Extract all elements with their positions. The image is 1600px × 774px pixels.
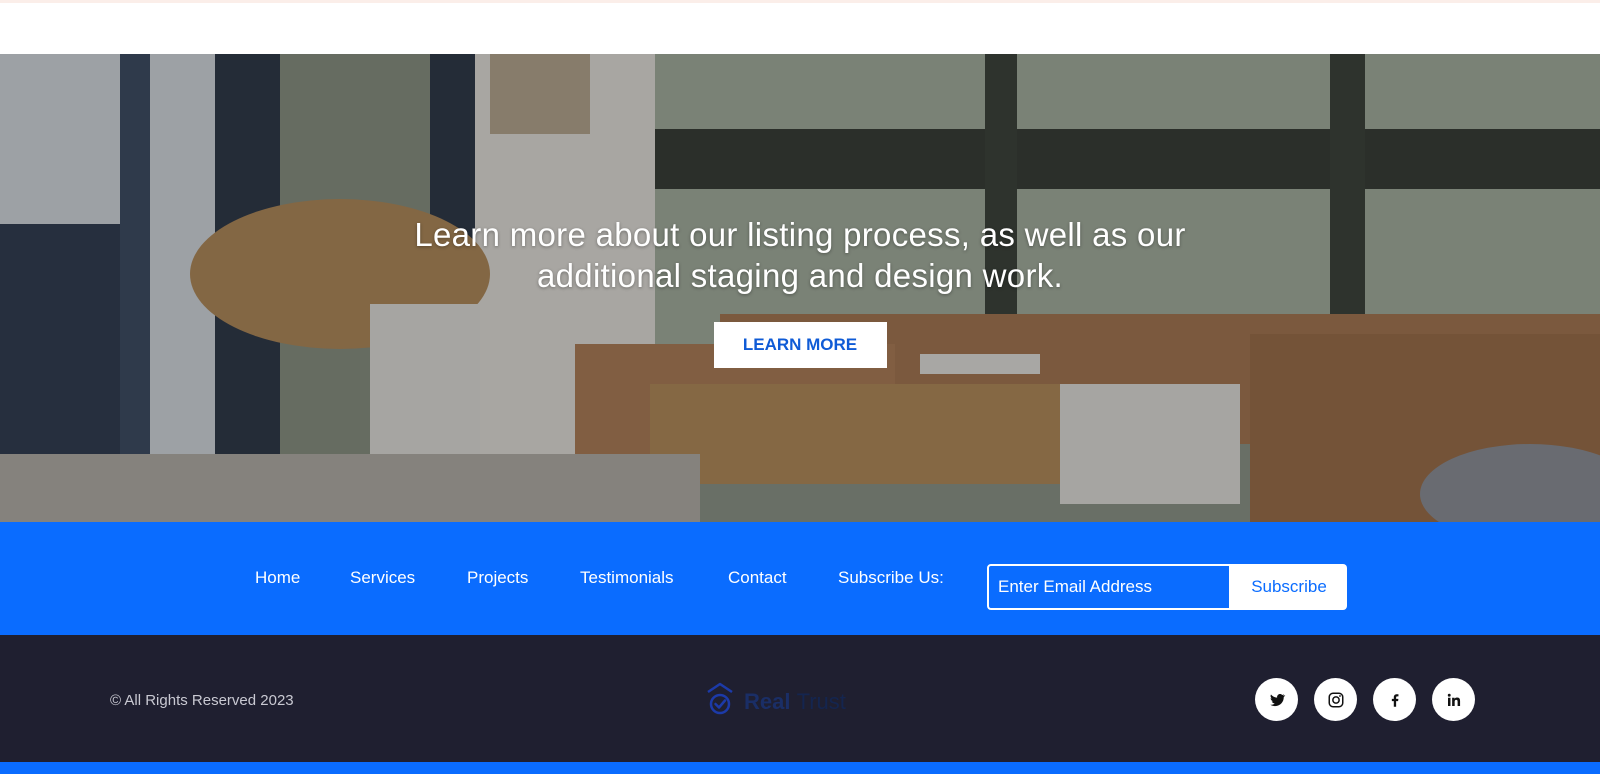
nav-link-projects[interactable]: Projects bbox=[467, 566, 528, 590]
house-check-icon bbox=[707, 682, 733, 715]
brand-name-light: Trust bbox=[796, 689, 846, 714]
facebook-button[interactable] bbox=[1373, 678, 1416, 721]
brand-name: Real Trust bbox=[744, 685, 846, 719]
copyright-text: © All Rights Reserved 2023 bbox=[110, 692, 294, 709]
subscribe-label: Subscribe Us: bbox=[838, 568, 944, 587]
bottom-accent-bar bbox=[0, 762, 1600, 774]
linkedin-button[interactable] bbox=[1432, 678, 1475, 721]
facebook-icon bbox=[1391, 693, 1398, 707]
header-divider bbox=[0, 0, 1600, 3]
hero-heading: Learn more about our listing process, as… bbox=[414, 216, 1186, 294]
nav-link-home[interactable]: Home bbox=[255, 566, 300, 590]
twitter-icon bbox=[1269, 693, 1285, 706]
instagram-icon bbox=[1328, 692, 1343, 707]
hero-section: Learn more about our listing process, as… bbox=[0, 54, 1600, 522]
footer: © All Rights Reserved 2023 Real Trust bbox=[0, 635, 1600, 762]
footer-navbar: Home Services Projects Testimonials Cont… bbox=[0, 522, 1600, 635]
subscribe-button[interactable]: Subscribe bbox=[1231, 564, 1347, 610]
email-input[interactable] bbox=[987, 564, 1231, 610]
header-strip bbox=[0, 0, 1600, 54]
brand-logo[interactable]: Real Trust bbox=[706, 679, 846, 719]
twitter-button[interactable] bbox=[1255, 678, 1298, 721]
linkedin-icon bbox=[1447, 693, 1460, 706]
nav-link-testimonials[interactable]: Testimonials bbox=[580, 566, 674, 590]
hero-content: Learn more about our listing process, as… bbox=[0, 214, 1600, 368]
instagram-button[interactable] bbox=[1314, 678, 1357, 721]
nav-link-contact[interactable]: Contact bbox=[728, 566, 787, 590]
learn-more-button[interactable]: LEARN MORE bbox=[713, 322, 887, 368]
brand-name-strong: Real bbox=[744, 689, 791, 714]
nav-link-services[interactable]: Services bbox=[350, 566, 415, 590]
